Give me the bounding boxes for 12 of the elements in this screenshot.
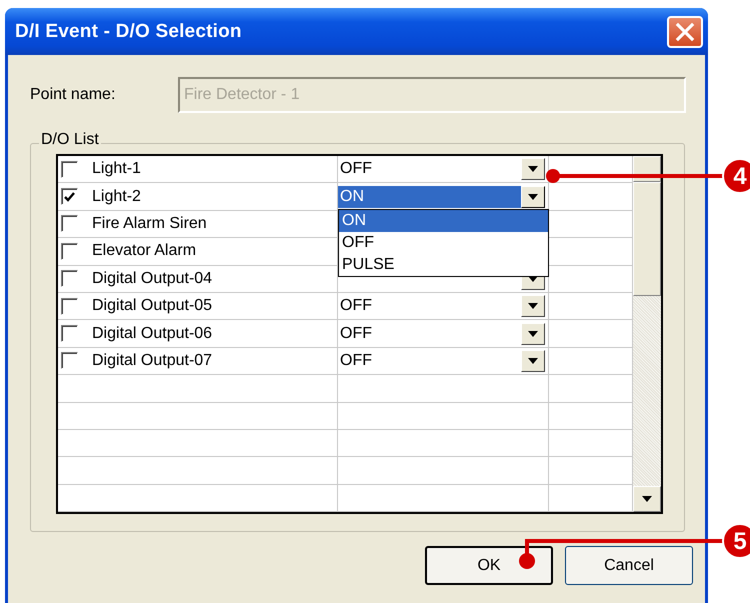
output-name: Digital Output-04 <box>92 270 212 288</box>
callout-number: 4 <box>733 163 747 190</box>
output-name: Light-1 <box>92 160 141 178</box>
output-name: Light-2 <box>92 188 141 206</box>
window-title: D/I Event - D/O Selection <box>15 20 242 42</box>
output-name: Digital Output-05 <box>92 297 212 316</box>
output-name: Digital Output-06 <box>92 324 212 343</box>
callout-number: 5 <box>733 528 747 555</box>
point-name-label: Point name: <box>30 86 116 104</box>
output-name: Fire Alarm Siren <box>92 214 207 233</box>
output-name: Digital Output-07 <box>92 352 212 370</box>
output-name: Elevator Alarm <box>92 242 196 260</box>
